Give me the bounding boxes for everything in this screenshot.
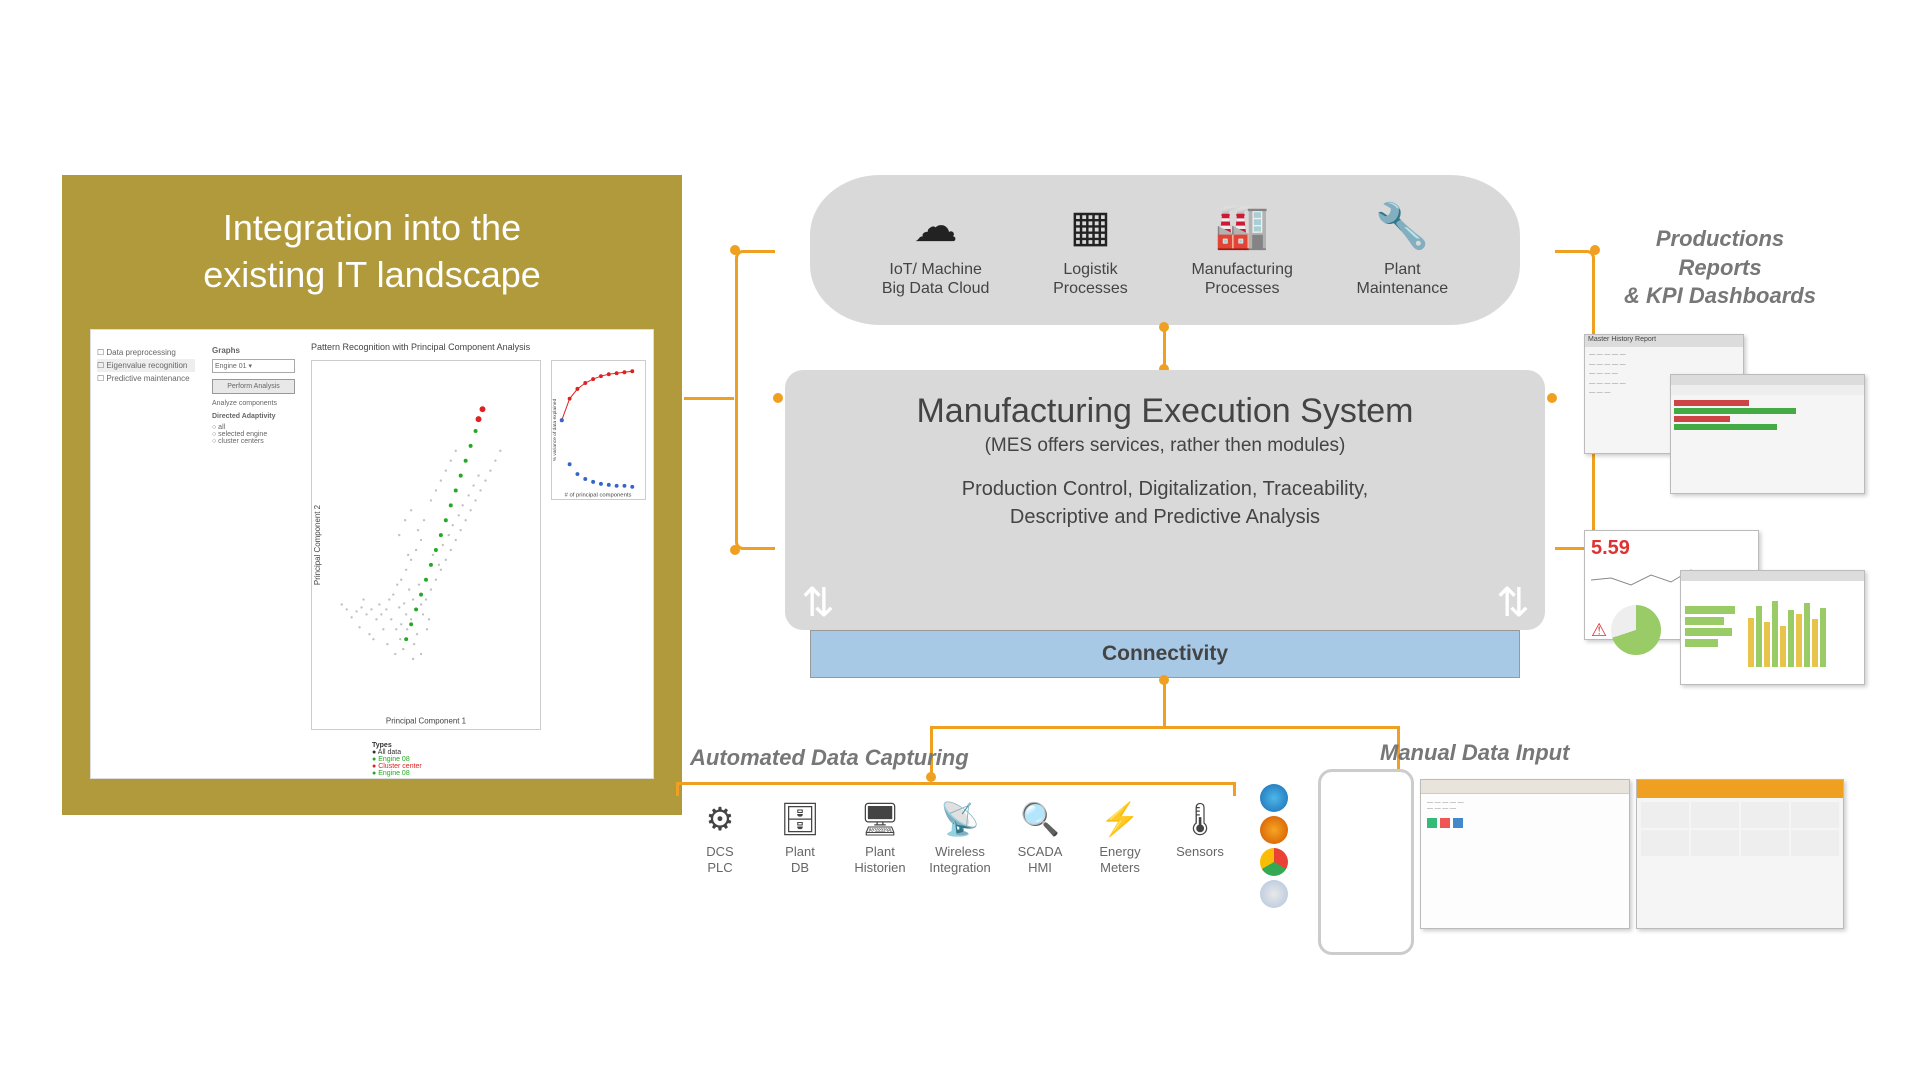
- cloud-iot: ☁IoT/ MachineBig Data Cloud: [882, 201, 990, 298]
- gear-icon: ⚙: [680, 800, 760, 838]
- thermometer-icon: 🌡: [1160, 800, 1240, 838]
- ss-nav-item: ☐ Predictive maintenance: [97, 372, 195, 385]
- cloud-db-icon: ☁: [882, 201, 990, 254]
- mes-subtitle: (MES offers services, rather then module…: [815, 435, 1515, 457]
- cloud-maintenance: 🔧PlantMaintenance: [1357, 201, 1449, 298]
- manual-devices: — — — — —— — — —: [1280, 775, 1845, 950]
- kpi-value: 5.59: [1591, 537, 1752, 560]
- reports-area: Master History Report — — — — —— — — — —…: [1580, 330, 1870, 690]
- perform-analysis-button: Perform Analysis: [212, 379, 295, 394]
- ss-nav-item: ☐ Eigenvalue recognition: [97, 359, 195, 372]
- connector-dot: [1159, 675, 1169, 685]
- auto-row: ⚙DCSPLC 🗄PlantDB 🖥PlantHistorien 📡Wirele…: [680, 800, 1240, 876]
- cloud-manufacturing: 🏭ManufacturingProcesses: [1191, 201, 1292, 298]
- mes-box: Manufacturing Execution System (MES offe…: [785, 370, 1545, 630]
- svg-text:# of principal components: # of principal components: [565, 492, 632, 498]
- connector-dot: [1590, 245, 1600, 255]
- auto-historian: 🖥PlantHistorien: [840, 800, 920, 876]
- ss-radio: ○ cluster centers: [212, 438, 295, 445]
- connectivity-bar: Connectivity: [810, 630, 1520, 678]
- warning-icon: ⚠: [1591, 620, 1607, 641]
- variance-line-chart: # of principal components % variance of …: [551, 360, 646, 500]
- antenna-icon: 📡: [920, 800, 1000, 838]
- dashboard-mockup-1: — — — — —— — — —: [1420, 779, 1630, 929]
- scatter-legend: Types ● All data ● Engine 08 ● Cluster c…: [372, 742, 422, 777]
- connector-line: [684, 397, 734, 400]
- cloud-logistics: ▦LogistikProcesses: [1053, 201, 1128, 298]
- report-table: [1670, 374, 1865, 494]
- cloud-layer: ☁IoT/ MachineBig Data Cloud ▦LogistikPro…: [810, 175, 1520, 325]
- updown-arrow-icon: ⇅: [1495, 575, 1531, 631]
- auto-capturing-title: Automated Data Capturing: [690, 745, 969, 771]
- auto-energy: ⚡EnergyMeters: [1080, 800, 1160, 876]
- updown-arrow-icon: ⇅: [800, 575, 836, 631]
- ss-nav-item: ☐ Data preprocessing: [97, 346, 195, 359]
- ss-radio: ○ all: [212, 424, 295, 431]
- auto-dcs: ⚙DCSPLC: [680, 800, 760, 876]
- monitor-icon: 🖥: [840, 800, 920, 838]
- scatter-title: Pattern Recognition with Principal Compo…: [311, 342, 530, 352]
- connector-dot: [1159, 322, 1169, 332]
- ss-control-panel: Graphs Engine 01 ▾ Perform Analysis Anal…: [206, 340, 301, 451]
- svg-text:Principal Component 1: Principal Component 1: [386, 716, 467, 725]
- ss-panel-title: Graphs: [212, 346, 295, 355]
- meter-icon: ⚡: [1080, 800, 1160, 838]
- wrench-icon: 🔧: [1357, 201, 1449, 254]
- connector-dot: [730, 545, 740, 555]
- dashboard-mockup-2: [1636, 779, 1844, 929]
- svg-text:Principal Component 2: Principal Component 2: [313, 505, 322, 585]
- mes-body: Production Control, Digitalization, Trac…: [815, 475, 1515, 531]
- auto-sensors: 🌡Sensors: [1160, 800, 1240, 860]
- left-panel: Integration into the existing IT landsca…: [62, 175, 682, 815]
- bar-chart-card: [1680, 570, 1865, 685]
- ss-dropdown: Engine 01 ▾: [212, 359, 295, 373]
- ss-section-label2: Directed Adaptivity: [212, 413, 295, 420]
- pca-screenshot: ☐ Data preprocessing ☐ Eigenvalue recogn…: [90, 329, 654, 779]
- connector-dot: [926, 772, 936, 782]
- phone-mockup: [1318, 769, 1414, 955]
- magnify-icon: 🔍: [1000, 800, 1080, 838]
- ss-sidebar: ☐ Data preprocessing ☐ Eigenvalue recogn…: [91, 340, 201, 391]
- connector-line: [930, 726, 1400, 729]
- left-title-l2: existing IT landscape: [203, 254, 541, 295]
- right-title: ProductionsReports& KPI Dashboards: [1590, 225, 1850, 311]
- auto-wireless: 📡WirelessIntegration: [920, 800, 1000, 876]
- bracket-auto: [676, 782, 1236, 796]
- auto-scada: 🔍SCADAHMI: [1000, 800, 1080, 876]
- scatter-plot: Principal Component 1 Principal Componen…: [311, 360, 541, 730]
- database-icon: 🗄: [760, 800, 840, 838]
- svg-text:% variance of data explained: % variance of data explained: [552, 398, 558, 461]
- bracket-left: [735, 250, 775, 550]
- connector-dot: [1547, 393, 1557, 403]
- connector-line: [1163, 678, 1166, 728]
- auto-plantdb: 🗄PlantDB: [760, 800, 840, 876]
- factory-icon: 🏭: [1191, 201, 1292, 254]
- ss-section-label: Analyze components: [212, 400, 295, 407]
- connector-dot: [773, 393, 783, 403]
- left-title: Integration into the existing IT landsca…: [90, 205, 654, 299]
- connector-dot: [730, 245, 740, 255]
- shelves-icon: ▦: [1053, 201, 1128, 254]
- left-title-l1: Integration into the: [223, 207, 521, 248]
- mes-title: Manufacturing Execution System: [815, 392, 1515, 431]
- ss-radio: ○ selected engine: [212, 431, 295, 438]
- manual-input-title: Manual Data Input: [1380, 740, 1569, 766]
